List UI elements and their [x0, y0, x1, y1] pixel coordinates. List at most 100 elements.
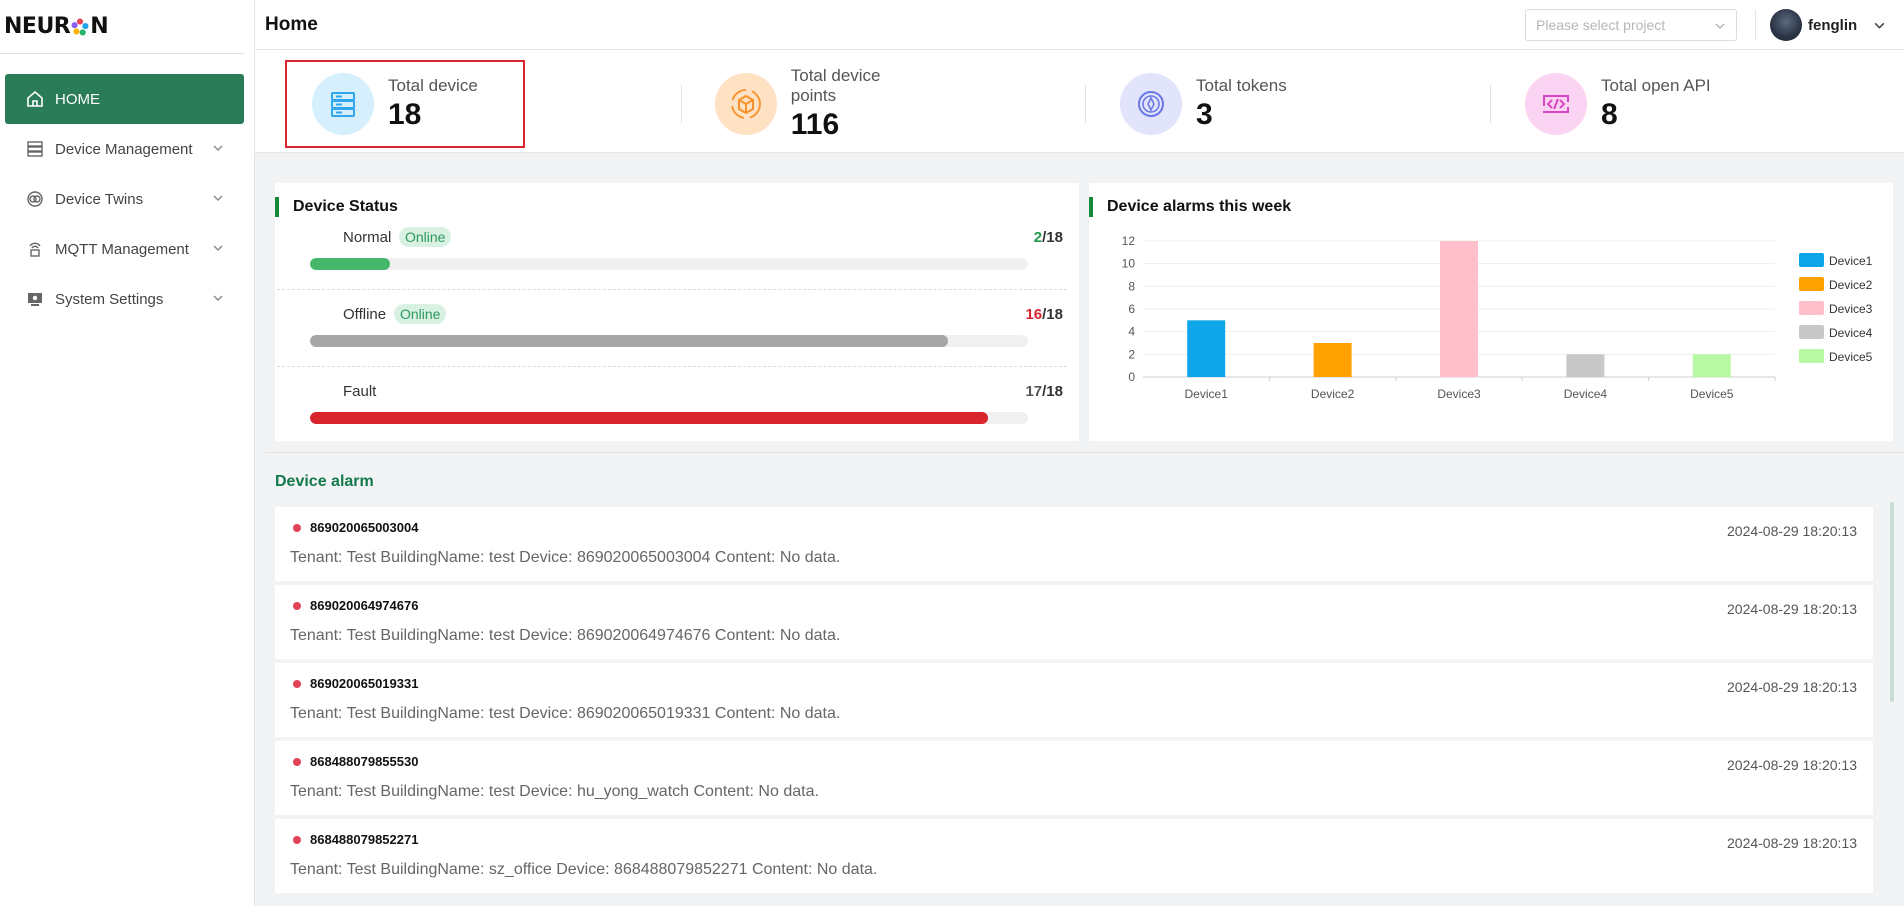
chart-x-tick: Device1	[1185, 387, 1229, 401]
sidebar-nav: HOME Device Management Device Twins MQTT…	[0, 74, 254, 324]
alarm-device-id: 868488079852271	[310, 832, 419, 847]
sidebar-item-label: MQTT Management	[55, 240, 189, 258]
alarm-time: 2024-08-29 18:20:13	[1727, 679, 1857, 695]
monitor-icon	[25, 289, 45, 309]
chart-legend-label: Device3	[1829, 302, 1873, 316]
device-status-title: Device Status	[275, 197, 398, 217]
chart-y-tick: 0	[1128, 370, 1135, 384]
stat-value: 18	[388, 98, 422, 131]
alarm-list-item[interactable]: 868488079852271 2024-08-29 18:20:13 Tena…	[275, 819, 1873, 893]
status-divider	[277, 289, 1067, 290]
alarm-list-item[interactable]: 869020065003004 2024-08-29 18:20:13 Tena…	[275, 507, 1873, 581]
chart-bar	[1440, 241, 1478, 377]
stat-total-device-points[interactable]: Total device points 116	[690, 60, 930, 148]
alarm-list-item[interactable]: 869020065019331 2024-08-29 18:20:13 Tena…	[275, 663, 1873, 737]
alarm-list-item[interactable]: 869020064974676 2024-08-29 18:20:13 Tena…	[275, 585, 1873, 659]
stat-divider	[1085, 85, 1086, 123]
chart-legend-swatch	[1799, 253, 1824, 267]
chart-legend-swatch	[1799, 349, 1824, 363]
avatar[interactable]	[1770, 9, 1802, 41]
chart-y-tick: 10	[1122, 257, 1136, 271]
chart-legend-swatch	[1799, 301, 1824, 315]
alarm-status-dot	[293, 602, 301, 610]
alarm-list-item[interactable]: 868488079855530 2024-08-29 18:20:13 Tena…	[275, 741, 1873, 815]
chart-x-tick: Device2	[1311, 387, 1355, 401]
sidebar-item-device-twins[interactable]: Device Twins	[5, 174, 244, 224]
username: fenglin	[1808, 16, 1858, 34]
status-count-total: /18	[1042, 383, 1063, 400]
chart-y-tick: 2	[1128, 347, 1135, 361]
section-divider	[265, 452, 1904, 453]
sidebar-item-device-management[interactable]: Device Management	[5, 124, 244, 174]
chart-legend-swatch	[1799, 277, 1824, 291]
stats-bar: Total device 18 Total device points 116 …	[255, 50, 1904, 153]
sidebar-item-home[interactable]: HOME	[5, 74, 244, 124]
neuron-logo[interactable]: NEUR N	[0, 0, 244, 54]
alarm-content: Tenant: Test BuildingName: sz_office Dev…	[290, 861, 878, 878]
chart-x-tick: Device3	[1437, 387, 1481, 401]
server-icon	[25, 139, 45, 159]
status-count-total: /18	[1042, 306, 1063, 323]
stat-total-open-api[interactable]: Total open API 8	[1500, 60, 1740, 148]
alarm-time: 2024-08-29 18:20:13	[1727, 835, 1857, 851]
alarm-device-id: 868488079855530	[310, 754, 419, 769]
chart-legend-label: Device5	[1829, 350, 1873, 364]
twins-icon	[25, 189, 45, 209]
page-title: Home	[265, 14, 318, 35]
chevron-down-icon	[213, 245, 223, 251]
status-count-value: 17	[1025, 383, 1043, 400]
status-progress-fill	[310, 412, 988, 424]
header-divider	[1755, 10, 1756, 40]
status-count: 17/18	[953, 383, 1063, 400]
status-count: 2/18	[953, 229, 1063, 246]
alarm-time: 2024-08-29 18:20:13	[1727, 523, 1857, 539]
status-progress-fill	[310, 335, 949, 347]
alarm-list-scrollbar[interactable]	[1890, 502, 1894, 702]
alarm-content: Tenant: Test BuildingName: test Device: …	[290, 705, 841, 722]
chart-bar	[1566, 354, 1605, 377]
logo-text: NEUR N	[4, 14, 109, 39]
stat-value: 8	[1601, 98, 1618, 131]
status-label: Fault	[343, 383, 377, 400]
sidebar-item-label: System Settings	[55, 290, 164, 308]
stat-total-device[interactable]: Total device 18	[285, 60, 525, 148]
sidebar-item-mqtt-management[interactable]: MQTT Management	[5, 224, 244, 274]
alarm-chart-title: Device alarms this week	[1089, 197, 1291, 217]
chevron-down-icon	[213, 145, 223, 151]
chart-legend-label: Device2	[1829, 278, 1873, 292]
stat-label: Total device	[388, 76, 478, 95]
status-badge: Online	[399, 227, 452, 247]
chart-y-tick: 6	[1128, 302, 1135, 316]
status-label: Normal	[343, 229, 392, 246]
stat-total-tokens[interactable]: Total tokens 3	[1095, 60, 1335, 148]
sidebar-item-system-settings[interactable]: System Settings	[5, 274, 244, 324]
device-status-card: Device Status Normal Online 2/18 Offline…	[275, 183, 1079, 441]
alarm-content: Tenant: Test BuildingName: test Device: …	[290, 549, 841, 566]
user-menu[interactable]: fenglin	[1770, 9, 1886, 41]
stat-divider	[1490, 85, 1491, 123]
box-icon	[715, 73, 777, 135]
project-select-placeholder: Please select project	[1536, 17, 1666, 33]
status-label: Offline	[343, 306, 387, 323]
status-count-value: 2	[1033, 229, 1043, 246]
stat-label: Total open API	[1601, 76, 1711, 95]
stat-label: Total device points	[790, 66, 881, 105]
token-icon	[1120, 73, 1182, 135]
chart-bar	[1692, 354, 1731, 377]
alarm-chart-card: Device alarms this week 0 2 4 6 8 10 12 Device1…	[1089, 183, 1893, 441]
device-alarm-title: Device alarm	[275, 473, 374, 490]
alarm-time: 2024-08-29 18:20:13	[1727, 601, 1857, 617]
status-progress-fill	[310, 258, 390, 270]
status-count-value: 16	[1025, 306, 1043, 323]
sidebar: NEUR N HOME Device Management Device Twin…	[0, 0, 255, 906]
chart-bar	[1187, 320, 1226, 377]
device-server-icon	[312, 73, 374, 135]
api-code-icon	[1525, 73, 1587, 135]
alarm-device-id: 869020065019331	[310, 676, 419, 691]
chart-y-tick: 12	[1122, 234, 1136, 248]
stat-value: 3	[1196, 98, 1213, 131]
device-alarm-list: 869020065003004 2024-08-29 18:20:13 Tena…	[275, 507, 1873, 897]
project-select[interactable]: Please select project	[1525, 9, 1737, 41]
chart-legend-label: Device4	[1829, 326, 1873, 340]
alarm-status-dot	[293, 836, 301, 844]
